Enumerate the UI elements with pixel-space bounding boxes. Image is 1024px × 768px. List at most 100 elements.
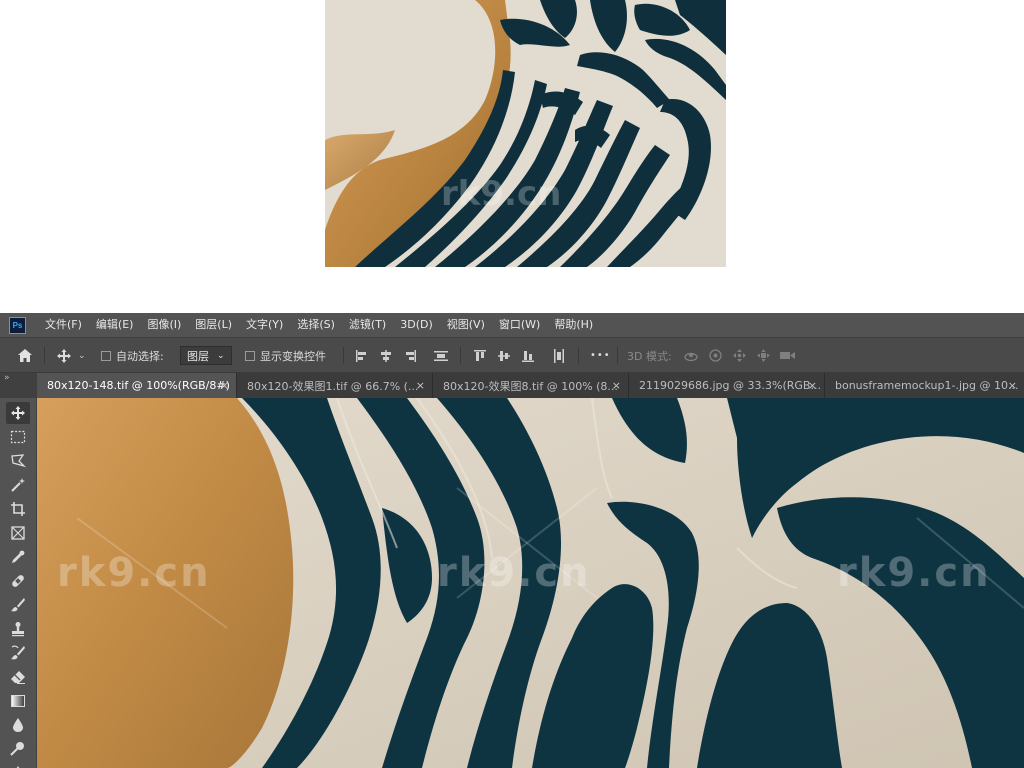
clone-stamp-tool[interactable] [6,618,30,640]
auto-select-target-value: 图层 [187,349,209,363]
marquee-tool[interactable] [6,426,30,448]
align-top-button[interactable] [473,338,487,373]
menu-filter[interactable]: 滤镜(T) [342,313,393,337]
menu-select[interactable]: 选择(S) [290,313,342,337]
panel-collapse-toggle[interactable]: » [0,373,40,398]
brush-tool-icon [11,598,25,612]
document-canvas[interactable]: rk9.cn rk9.cn rk9.cn [37,398,1024,768]
align-center-icon [381,349,391,362]
move-tool-preset-picker[interactable]: ⌄ [56,338,86,373]
blur-tool[interactable] [6,714,30,736]
align-bottom-icon [522,350,534,362]
menu-edit[interactable]: 编辑(E) [89,313,141,337]
pen-tool[interactable] [6,762,30,768]
document-tab-5[interactable]: bonusframemockup1-.jpg @ 10... × [825,373,1024,398]
auto-select-checkbox-box[interactable] [101,350,111,361]
history-brush-tool[interactable] [6,642,30,664]
healing-brush-tool[interactable] [6,570,30,592]
photoshop-logo-icon[interactable]: Ps [9,316,26,334]
crop-tool[interactable] [6,498,30,520]
magic-wand-tool-icon [11,478,25,492]
distribute-horizontal-button[interactable] [552,338,566,373]
3d-orbit-button[interactable] [683,338,699,373]
auto-select-label: 自动选择: [116,349,164,363]
chevron-down-icon: ⌄ [78,350,86,361]
document-tab-2[interactable]: 80x120-效果图1.tif @ 66.7% (... × [237,373,433,398]
distribute-vertical-button[interactable] [433,338,449,373]
dodge-tool[interactable] [6,738,30,760]
align-middle-button[interactable] [497,338,511,373]
3d-camera-button[interactable] [779,338,796,373]
align-left-icon [356,349,366,362]
document-tabs-bar: » 80x120-148.tif @ 100%(RGB/8#) × 80x120… [0,373,1024,398]
video-camera-icon [780,352,795,359]
3d-roll-button[interactable] [708,338,723,373]
align-bottom-button[interactable] [521,338,535,373]
menu-type[interactable]: 文字(Y) [239,313,290,337]
close-tab-icon[interactable]: × [612,373,621,398]
auto-select-target-dropdown[interactable]: 图层 ⌄ [180,346,232,365]
brush-tool[interactable] [6,594,30,616]
auto-select-checkbox[interactable]: 自动选择: [101,338,164,373]
menu-window[interactable]: 窗口(W) [492,313,547,337]
marquee-tool-icon [10,430,26,444]
close-tab-icon[interactable]: × [220,373,229,398]
more-options-button[interactable]: ••• [590,338,611,373]
eraser-tool[interactable] [6,666,30,688]
gradient-tool[interactable] [6,690,30,712]
watermark-left: rk9.cn [57,550,211,596]
document-tab-1[interactable]: 80x120-148.tif @ 100%(RGB/8#) × [37,373,237,398]
menu-file[interactable]: 文件(F) [38,313,89,337]
align-top-icon [474,349,486,361]
menu-image[interactable]: 图像(I) [140,313,188,337]
photoshop-window: Ps 文件(F) 编辑(E) 图像(I) 图层(L) 文字(Y) 选择(S) 滤… [0,313,1024,768]
menu-3d[interactable]: 3D(D) [393,313,440,337]
document-tab-3[interactable]: 80x120-效果图8.tif @ 100% (8... × [433,373,629,398]
move-tool[interactable] [6,402,30,424]
distribute-horizontal-icon [554,348,564,363]
3d-orbit-icon [684,352,698,361]
document-tab-title: bonusframemockup1-.jpg @ 10... [835,379,1019,392]
menu-layer[interactable]: 图层(L) [188,313,239,337]
eyedropper-tool[interactable] [6,546,30,568]
artwork-preview: rk9.cn [325,0,726,267]
frame-tool-icon [11,526,25,540]
close-tab-icon[interactable]: × [416,373,425,398]
home-icon [18,349,32,362]
menu-help[interactable]: 帮助(H) [547,313,600,337]
magic-wand-tool[interactable] [6,474,30,496]
close-tab-icon[interactable]: × [1008,373,1017,398]
dodge-tool-icon [10,742,24,756]
tools-panel [0,398,37,768]
3d-pan-button[interactable] [732,338,747,373]
menu-view[interactable]: 视图(V) [440,313,492,337]
show-transform-checkbox-box[interactable] [245,350,255,361]
blur-tool-icon [13,718,23,732]
document-tab-title: 2119029686.jpg @ 33.3%(RGB... [639,379,821,392]
watermark-top: rk9.cn [441,174,561,214]
crop-tool-icon [11,502,25,516]
chevron-down-icon: ⌄ [217,350,225,361]
show-transform-controls-checkbox[interactable]: 显示变换控件 [245,338,326,373]
align-left-button[interactable] [355,338,369,373]
close-tab-icon[interactable]: × [808,373,817,398]
document-tab-title: 80x120-效果图8.tif @ 100% (8... [443,379,618,393]
home-button[interactable] [17,338,33,373]
align-middle-icon [498,350,510,361]
frame-tool[interactable] [6,522,30,544]
3d-roll-icon [709,349,722,362]
align-center-button[interactable] [379,338,393,373]
3d-slide-button[interactable] [756,338,771,373]
align-right-button[interactable] [403,338,417,373]
menu-bar: Ps 文件(F) 编辑(E) 图像(I) 图层(L) 文字(Y) 选择(S) 滤… [0,313,1024,337]
lasso-tool[interactable] [6,450,30,472]
artwork-preview-image: rk9.cn [325,0,726,267]
move-arrows-icon [57,348,71,363]
lasso-tool-icon [11,454,26,468]
clone-stamp-tool-icon [12,622,24,637]
distribute-icon [434,350,448,361]
align-right-icon [406,349,416,362]
document-tab-4[interactable]: 2119029686.jpg @ 33.3%(RGB... × [629,373,825,398]
document-tab-title: 80x120-148.tif @ 100%(RGB/8#) [47,379,230,392]
gradient-tool-icon [11,695,25,707]
